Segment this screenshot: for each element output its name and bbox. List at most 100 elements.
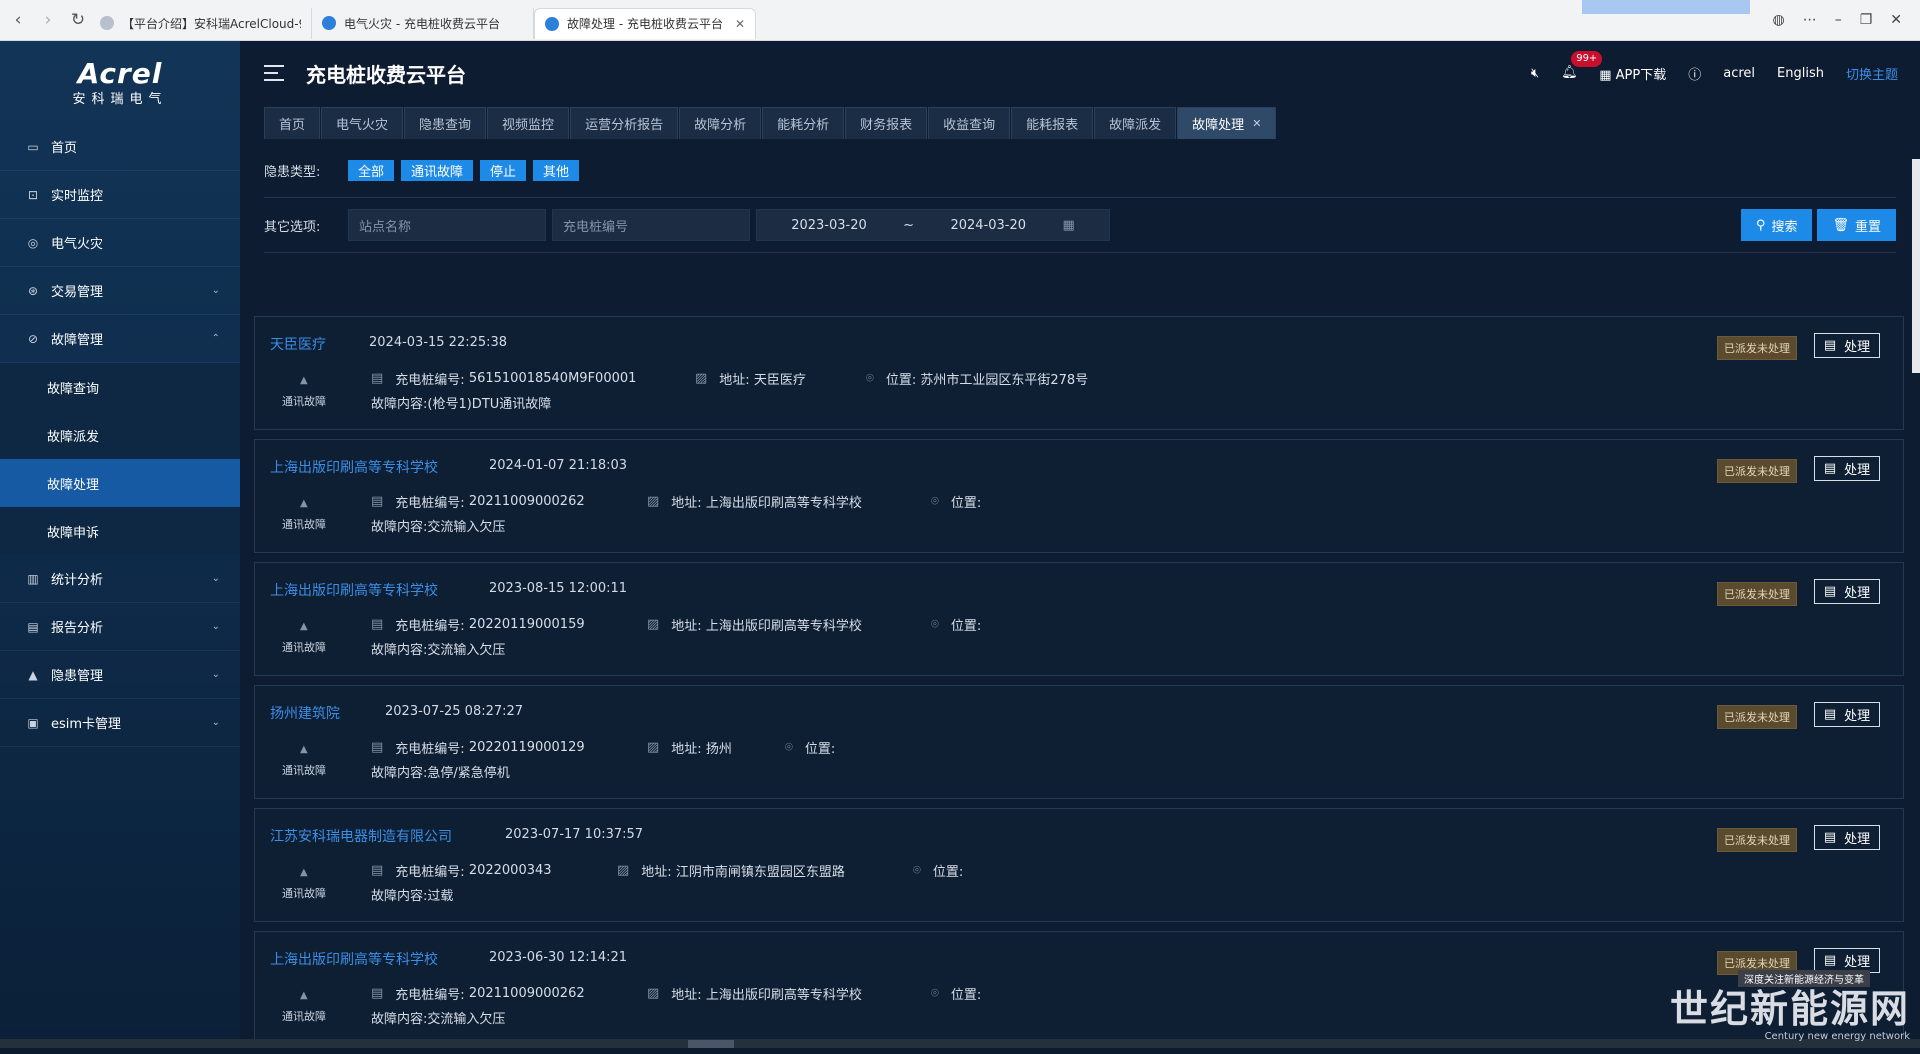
vertical-scrollbar[interactable] xyxy=(1912,159,1920,373)
tab-home[interactable]: 首页 xyxy=(264,107,321,139)
tab-energy-report[interactable]: 能耗报表 xyxy=(1011,107,1094,139)
handle-button[interactable]: ▤ 处理 xyxy=(1814,825,1880,850)
sidebar-item-transaction[interactable]: ⊛ 交易管理 ⌄ xyxy=(0,267,240,315)
user-name[interactable]: acrel xyxy=(1723,66,1755,81)
tab-fault-handle[interactable]: 故障处理 ✕ xyxy=(1177,107,1277,139)
location-value: 苏州市工业园区东平街278号 xyxy=(920,373,1089,388)
location-pin-icon: ⌾ xyxy=(866,371,874,386)
forward-icon[interactable]: › xyxy=(36,8,60,32)
sidebar-item-hazard[interactable]: ▲ 隐患管理 ⌄ xyxy=(0,651,240,699)
browser-tab-2[interactable]: 电气火灾 - 充电桩收费云平台 xyxy=(312,7,534,39)
sidebar-item-fault[interactable]: ⊘ 故障管理 ⌃ xyxy=(0,315,240,363)
handle-button[interactable]: ▤ 处理 xyxy=(1814,579,1880,604)
chevron-down-icon: ⌄ xyxy=(211,285,220,296)
fault-time: 2023-07-17 10:37:57 xyxy=(505,827,644,842)
fault-site-link[interactable]: 天臣医疗 xyxy=(270,334,326,354)
tab-income-query[interactable]: 收益查询 xyxy=(928,107,1011,139)
mute-icon[interactable]: 🔇︎ xyxy=(1531,66,1539,81)
fault-content-value: 交流输入欠压 xyxy=(427,520,506,535)
sidebar-item-esim[interactable]: ▣ esim卡管理 ⌄ xyxy=(0,699,240,747)
tab-video[interactable]: 视频监控 xyxy=(487,107,570,139)
sidebar-subitem-fault-query[interactable]: 故障查询 xyxy=(0,363,240,411)
language-switch[interactable]: English xyxy=(1777,66,1824,81)
horizontal-scrollbar-thumb[interactable] xyxy=(688,1040,734,1048)
browser-tab-3[interactable]: 故障处理 - 充电桩收费云平台 ✕ xyxy=(534,7,756,39)
home-icon: ▭ xyxy=(27,139,39,154)
horizontal-scrollbar[interactable] xyxy=(0,1039,1920,1048)
address-value: 上海出版印刷高等专科学校 xyxy=(705,619,862,634)
tab-fire[interactable]: 电气火灾 xyxy=(321,107,404,139)
chip-all[interactable]: 全部 xyxy=(348,159,395,181)
fault-site-link[interactable]: 江苏安科瑞电器制造有限公司 xyxy=(270,826,452,846)
tab-fault-analysis[interactable]: 故障分析 xyxy=(679,107,762,139)
sidebar-subitem-fault-handle[interactable]: 故障处理 xyxy=(0,459,240,507)
fault-site-link[interactable]: 扬州建筑院 xyxy=(270,703,340,723)
sidebar-item-statistics[interactable]: ▥ 统计分析 ⌄ xyxy=(0,555,240,603)
handle-button-label: 处理 xyxy=(1844,463,1871,478)
sidebar-subitem-fault-appeal[interactable]: 故障申诉 xyxy=(0,507,240,555)
document-icon: ▤ xyxy=(1823,953,1837,968)
bell-icon[interactable]: 🔔︎ 99+ xyxy=(1561,51,1603,81)
tab-fault-dispatch[interactable]: 故障派发 xyxy=(1094,107,1177,139)
site-name-input[interactable]: 站点名称 xyxy=(348,209,546,241)
fault-content: 故障内容:(枪号1)DTU通讯故障 xyxy=(371,393,551,412)
pile-number-input[interactable]: 充电桩编号 xyxy=(552,209,750,241)
close-icon[interactable]: ✕ xyxy=(1252,117,1261,130)
search-button[interactable]: ⚲ 搜索 xyxy=(1740,209,1813,241)
handle-button[interactable]: ▤ 处理 xyxy=(1814,333,1880,358)
reload-icon[interactable]: ↻ xyxy=(66,8,90,32)
address-label: 地址: xyxy=(641,865,672,880)
hazard-type-row: 隐患类型: 全部 通讯故障 停止 其他 xyxy=(264,149,1896,191)
image-icon: ▨ xyxy=(647,740,660,755)
close-window-icon[interactable]: ✕ xyxy=(1890,12,1902,28)
tab-finance-report[interactable]: 财务报表 xyxy=(845,107,928,139)
back-icon[interactable]: ‹ xyxy=(6,8,30,32)
fault-content-value: 交流输入欠压 xyxy=(427,643,506,658)
sidebar-item-home[interactable]: ▭ 首页 xyxy=(0,123,240,171)
pile-value: 20211009000262 xyxy=(468,986,585,1001)
restore-icon[interactable]: ❐ xyxy=(1860,12,1873,28)
browser-tab-1[interactable]: 【平台介绍】安科瑞AcrelCloud-9 xyxy=(90,7,312,39)
pile-value: 20211009000262 xyxy=(468,494,585,509)
more-icon[interactable]: ⋯ xyxy=(1803,12,1817,28)
tab-energy-analysis[interactable]: 能耗分析 xyxy=(762,107,845,139)
help-icon[interactable]: ⓘ xyxy=(1688,64,1701,83)
menu-toggle-icon[interactable] xyxy=(264,65,284,81)
tab-hazard-query[interactable]: 隐患查询 xyxy=(404,107,487,139)
sidebar-item-monitor[interactable]: ⊡ 实时监控 xyxy=(0,171,240,219)
address-value: 扬州 xyxy=(705,742,732,757)
tab-operation-report[interactable]: 运营分析报告 xyxy=(570,107,679,139)
globe-icon[interactable]: ◍ xyxy=(1772,12,1784,28)
sidebar-item-report[interactable]: ▤ 报告分析 ⌄ xyxy=(0,603,240,651)
qrcode-icon: ▦ xyxy=(1599,67,1612,83)
handle-button[interactable]: ▤ 处理 xyxy=(1814,456,1880,481)
chip-communication-fault[interactable]: 通讯故障 xyxy=(401,159,474,181)
reset-button[interactable]: 🗑︎ 重置 xyxy=(1817,209,1896,241)
location-label: 位置: xyxy=(804,742,836,757)
fault-content: 故障内容:交流输入欠压 xyxy=(371,639,505,658)
close-tab-icon[interactable]: ✕ xyxy=(735,17,745,31)
pile-icon: ▤ xyxy=(371,371,384,386)
chip-other[interactable]: 其他 xyxy=(533,159,580,181)
switch-theme-link[interactable]: 切换主题 xyxy=(1846,64,1898,83)
chip-stop[interactable]: 停止 xyxy=(480,159,527,181)
reset-button-label: 重置 xyxy=(1854,219,1881,235)
date-range-picker[interactable]: 2023-03-20 ~ 2024-03-20 ▦ xyxy=(756,209,1110,241)
watermark-title: 世纪新能源网 xyxy=(1669,986,1910,1031)
handle-button[interactable]: ▤ 处理 xyxy=(1814,702,1880,727)
tab-label: 运营分析报告 xyxy=(585,118,664,133)
fault-card: 扬州建筑院 2023-07-25 08:27:27 ▲ 通讯故障 ▤ 充电桩编号: 202… xyxy=(254,685,1904,799)
fault-content-value: 交流输入欠压 xyxy=(427,1012,506,1027)
sidebar-subitem-fault-dispatch[interactable]: 故障派发 xyxy=(0,411,240,459)
handle-button-label: 处理 xyxy=(1844,709,1871,724)
fault-site-link[interactable]: 上海出版印刷高等专科学校 xyxy=(270,457,438,477)
app-download-link[interactable]: ▦ APP下载 xyxy=(1599,64,1666,83)
sidebar-item-label: 统计分析 xyxy=(51,573,104,588)
document-icon: ▤ xyxy=(1823,830,1837,845)
sidebar-item-fire[interactable]: ◎ 电气火灾 xyxy=(0,219,240,267)
fault-site-link[interactable]: 上海出版印刷高等专科学校 xyxy=(270,949,438,969)
pile-icon: ▤ xyxy=(371,863,384,878)
minimize-icon[interactable]: – xyxy=(1835,12,1842,28)
fault-site-link[interactable]: 上海出版印刷高等专科学校 xyxy=(270,580,438,600)
location-label: 位置: xyxy=(950,988,982,1003)
